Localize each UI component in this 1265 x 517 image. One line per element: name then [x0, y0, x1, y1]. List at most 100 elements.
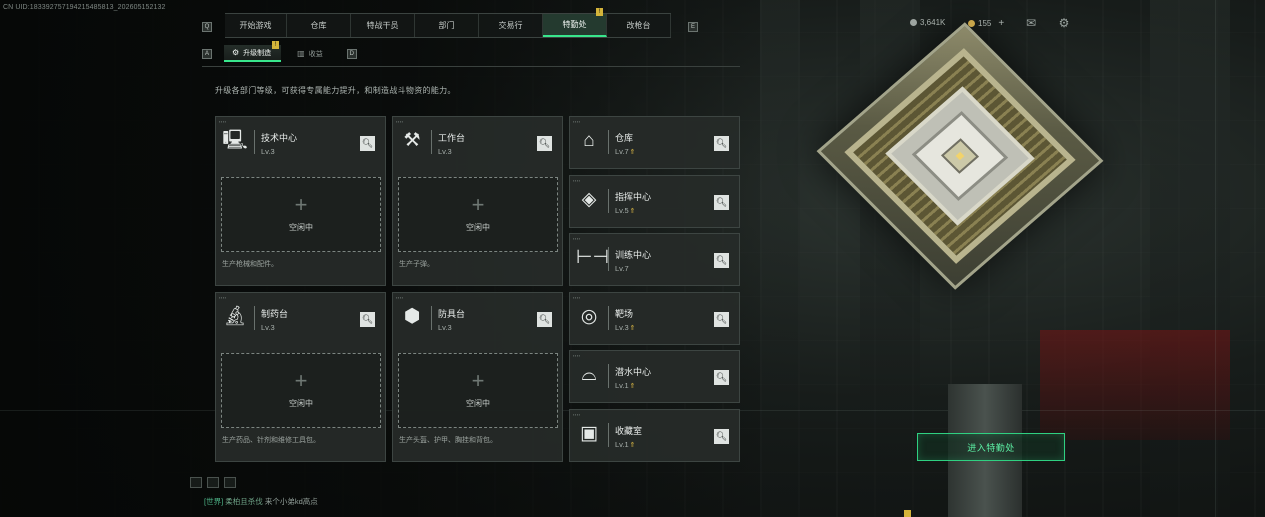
d-key-hint[interactable]: D — [346, 48, 357, 59]
divider — [608, 364, 609, 388]
slot-status: 空闲中 — [466, 399, 490, 408]
facility-name: 训练中心 — [615, 250, 652, 260]
page-description: 升级各部门等级，可获得专属能力提升，和制造战斗物资的能力。 — [215, 86, 456, 95]
chat-control[interactable] — [190, 477, 202, 488]
facility-name: 工作台 — [438, 133, 466, 143]
card-corner-mark: ▪▪▪▪ — [396, 119, 404, 124]
production-slot[interactable]: + 空闲中 — [398, 177, 558, 252]
facility-name: 潜水中心 — [615, 367, 652, 377]
microscope-icon: 🔬︎ — [222, 306, 248, 327]
divider — [254, 306, 255, 330]
subtab-upgrade-craft[interactable]: ⚙ 升级制造 ! — [224, 41, 282, 62]
chat-control[interactable] — [224, 477, 236, 488]
upgrade-arrow-icon: ⇑ — [629, 149, 636, 156]
facility-note: 生产头盔、护甲、胸挂和背包。 — [399, 437, 497, 444]
facility-card-command-center[interactable]: ▪▪▪▪ ◈ 指挥中心 Lv.5⇑ 🔍︎ — [569, 175, 740, 228]
a-key-hint[interactable]: A — [202, 48, 212, 59]
divider — [608, 247, 609, 271]
facility-card-shooting-range[interactable]: ▪▪▪▪ ◎ 靶场 Lv.3⇑ 🔍︎ — [569, 292, 740, 345]
facility-level: Lv.7⇑ — [615, 147, 636, 156]
tab-warehouse[interactable]: 仓库 — [287, 14, 351, 37]
chat-control[interactable] — [207, 477, 219, 488]
tab-start-game[interactable]: 开始游戏 — [225, 14, 287, 37]
main-nav-tabs: 开始游戏 仓库 特战干员 部门 交易行 特勤处! 改枪台 — [225, 8, 671, 38]
background-red-light — [1040, 330, 1230, 440]
magnify-icon[interactable]: 🔍︎ — [714, 429, 729, 444]
level-text: Lv.1 — [615, 381, 629, 390]
facility-card-warehouse[interactable]: ▪▪▪▪ ⌂ 仓库 Lv.7⇑ 🔍︎ — [569, 116, 740, 169]
card-corner-mark: ▪▪▪▪ — [219, 295, 227, 300]
warehouse-icon: ⌂ — [583, 130, 595, 151]
magnify-icon[interactable]: 🔍︎ — [714, 195, 729, 210]
facility-card-pharmacy[interactable]: ▪▪▪▪ 🔬︎ 制药台 Lv.3 🔍︎ + 空闲中 生产药品、针剂和维修工具包。 — [215, 292, 386, 462]
chat-sender: 柔柏且杀伐 — [225, 497, 263, 506]
card-corner-mark: ▪▪▪▪ — [573, 119, 581, 124]
tab-operators[interactable]: 特战干员 — [351, 14, 415, 37]
tab-gunsmith[interactable]: 改枪台 — [607, 14, 671, 37]
facility-card-tech-center[interactable]: ▪▪▪▪ 🖳 技术中心 Lv.3 🔍︎ + 空闲中 生产枪械和配件。 — [215, 116, 386, 286]
add-currency-button[interactable]: + — [998, 18, 1004, 29]
level-text: Lv.3 — [261, 323, 275, 332]
magnify-icon[interactable]: 🔍︎ — [537, 312, 552, 327]
notification-badge — [904, 510, 911, 517]
session-uid: CN UID:183392757194215485813_20260515213… — [3, 4, 166, 11]
magnify-icon[interactable]: 🔍︎ — [360, 312, 375, 327]
main-nav-left-key[interactable]: Q — [202, 15, 212, 38]
upgrade-arrow-icon: ⇑ — [629, 325, 636, 332]
magnify-icon[interactable]: 🔍︎ — [714, 370, 729, 385]
facility-card-collection-room[interactable]: ▪▪▪▪ ▣ 收藏室 Lv.1⇑ 🔍︎ — [569, 409, 740, 462]
facility-card-diving-center[interactable]: ▪▪▪▪ ⌓ 潜水中心 Lv.1⇑ 🔍︎ — [569, 350, 740, 403]
currency-value: 155 — [978, 19, 992, 28]
magnify-icon[interactable]: 🔍︎ — [360, 136, 375, 151]
tab-label: 部门 — [438, 21, 455, 30]
production-slot[interactable]: + 空闲中 — [221, 177, 381, 252]
divider — [254, 130, 255, 154]
level-text: Lv.5 — [615, 206, 629, 215]
tab-trading[interactable]: 交易行 — [479, 14, 543, 37]
notification-badge: ! — [596, 8, 603, 16]
plus-icon: + — [294, 368, 308, 393]
facility-card-workbench[interactable]: ▪▪▪▪ ⚒ 工作台 Lv.3 🔍︎ + 空闲中 生产子弹。 — [392, 116, 563, 286]
magnify-icon[interactable]: 🔍︎ — [714, 312, 729, 327]
level-text: Lv.1 — [615, 440, 629, 449]
divider — [608, 306, 609, 330]
currency-display-2[interactable]: 155 + — [968, 18, 1004, 29]
upgrade-arrow-icon: ⇑ — [629, 208, 636, 215]
notification-badge: ! — [272, 41, 280, 49]
magnify-icon[interactable]: 🔍︎ — [714, 253, 729, 268]
facility-note: 生产枪械和配件。 — [222, 261, 278, 268]
mail-icon[interactable]: ✉ — [1024, 16, 1038, 30]
divider — [608, 423, 609, 447]
facility-name: 仓库 — [615, 133, 634, 143]
card-corner-mark: ▪▪▪▪ — [573, 178, 581, 183]
level-text: Lv.3 — [615, 323, 629, 332]
magnify-icon[interactable]: 🔍︎ — [714, 136, 729, 151]
tab-special-ops[interactable]: 特勤处! — [543, 8, 607, 37]
card-corner-mark: ▪▪▪▪ — [573, 353, 581, 358]
tab-department[interactable]: 部门 — [415, 14, 479, 37]
facility-level: Lv.3 — [438, 323, 452, 332]
main-nav-right-key[interactable]: E — [688, 15, 698, 38]
divider — [608, 189, 609, 213]
facility-card-armor-bench[interactable]: ▪▪▪▪ ⬢ 防具台 Lv.3 🔍︎ + 空闲中 生产头盔、护甲、胸挂和背包。 — [392, 292, 563, 462]
level-text: Lv.3 — [438, 147, 452, 156]
subtab-income[interactable]: ▥ 收益 — [289, 45, 333, 62]
settings-gear-icon[interactable]: ⚙ — [1057, 16, 1071, 30]
facility-card-training-center[interactable]: ▪▪▪▪ ⊢⊣ 训练中心 Lv.7 🔍︎ — [569, 233, 740, 286]
gear-icon: ⚙ — [232, 48, 240, 57]
divider — [202, 66, 740, 67]
plus-icon: + — [471, 192, 485, 217]
command-center-icon: ◈ — [581, 189, 597, 210]
enter-special-ops-button[interactable]: 进入特勤处 — [917, 433, 1065, 461]
facility-level: Lv.3⇑ — [615, 323, 636, 332]
collection-icon: ▣ — [580, 423, 598, 444]
tab-label: 特勤处 — [562, 20, 587, 29]
q-key-hint[interactable]: Q — [202, 21, 212, 32]
production-slot[interactable]: + 空闲中 — [221, 353, 381, 428]
magnify-icon[interactable]: 🔍︎ — [537, 136, 552, 151]
plus-icon: + — [294, 192, 308, 217]
currency-display-1: 3,641K — [910, 18, 945, 27]
e-key-hint[interactable]: E — [688, 21, 698, 32]
chat-line[interactable]: [世界] 柔柏且杀伐 来个小弟kd高点 — [204, 496, 318, 507]
production-slot[interactable]: + 空闲中 — [398, 353, 558, 428]
